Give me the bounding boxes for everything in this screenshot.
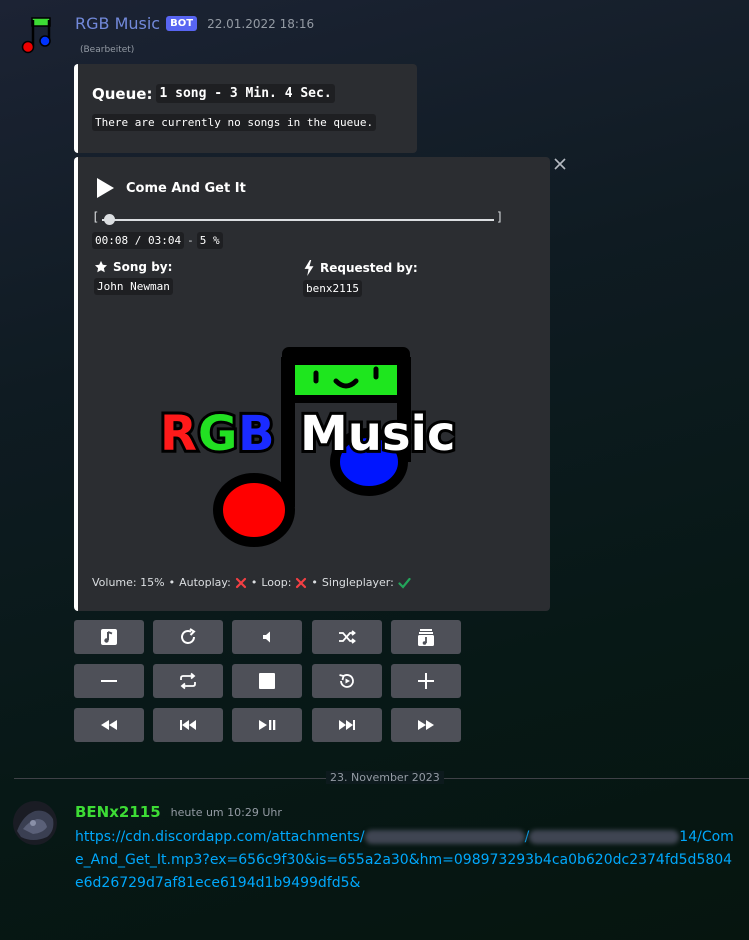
star-icon [94, 260, 108, 273]
user-message-timestamp: heute um 10:29 Uhr [170, 805, 282, 819]
edited-label: (Bearbeitet) [80, 45, 135, 55]
volume-up-button[interactable] [391, 664, 461, 698]
next-button[interactable] [312, 708, 382, 742]
volume-down-button[interactable] [74, 664, 144, 698]
user-avatar[interactable] [13, 801, 57, 845]
loop-label: Loop: [261, 576, 292, 589]
song-by-label: Song by: [113, 260, 173, 274]
play-icon [97, 178, 114, 198]
now-playing-embed: Come And Get It [ ] 00:08 / 03:04 - 5 % … [74, 157, 550, 611]
refresh-icon [181, 628, 196, 644]
rewind-button[interactable] [74, 708, 144, 742]
requested-by-label: Requested by: [320, 261, 418, 275]
now-playing-title: Come And Get It [94, 177, 246, 199]
queue-embed: Queue: 1 song - 3 Min. 4 Sec. There are … [74, 64, 417, 153]
replay-icon [339, 674, 354, 688]
bot-tag: BOT [166, 16, 198, 31]
green-check-icon [398, 577, 411, 589]
previous-button[interactable] [153, 708, 223, 742]
shuffle-icon [339, 630, 356, 644]
previous-icon [180, 720, 196, 730]
red-x-icon [235, 577, 246, 588]
lightning-icon [304, 260, 314, 276]
play-pause-button[interactable] [232, 708, 302, 742]
footer-bullet: • [250, 576, 258, 589]
queue-button[interactable] [74, 620, 144, 654]
date-divider: 23. November 2023 [320, 771, 450, 784]
song-by-label-row: Song by: [94, 260, 173, 274]
user-username[interactable]: BENx2115 [75, 803, 161, 821]
loop-button[interactable] [153, 664, 223, 698]
user-message-header: BENx2115 heute um 10:29 Uhr [75, 803, 282, 821]
rgb-music-logo-image[interactable]: R G B Music [158, 337, 470, 557]
link-part-1[interactable]: https://cdn.discordapp.com/attachments/ [75, 829, 365, 845]
queue-title: Queue: 1 song - 3 Min. 4 Sec. [92, 84, 335, 103]
minus-icon [101, 680, 117, 682]
plus-icon [418, 673, 434, 689]
rgb-music-logo-icon [21, 17, 51, 54]
attachment-link[interactable]: https://cdn.discordapp.com/attachments//… [75, 826, 735, 895]
progress-percent: 5 % [196, 232, 223, 249]
requested-by-field: Requested by: benx2115 [303, 260, 418, 297]
volume-label: Volume: 15% [92, 576, 165, 589]
bot-message-header: RGB Music BOT 22.01.2022 18:16 [75, 14, 314, 33]
time-separator: - [187, 234, 194, 247]
red-x-icon [296, 577, 307, 588]
logo-letter-g: G [198, 406, 237, 462]
bot-avatar[interactable] [16, 14, 56, 54]
playlist-button[interactable] [391, 620, 461, 654]
embed-footer: Volume: 15% • Autoplay: • Loop: • Single… [92, 576, 411, 589]
volume-icon [263, 631, 270, 643]
replay-button[interactable] [312, 664, 382, 698]
fast-forward-icon [418, 720, 434, 730]
redacted-segment [529, 830, 680, 844]
song-by-value: John Newman [94, 278, 173, 295]
queue-icon [101, 629, 117, 645]
date-divider-label: 23. November 2023 [326, 771, 444, 784]
autoplay-label: Autoplay: [179, 576, 231, 589]
requested-by-value: benx2115 [303, 280, 362, 297]
singleplayer-label: Singleplayer: [321, 576, 394, 589]
play-pause-icon [259, 720, 276, 730]
progress-track [102, 219, 494, 221]
progress-bracket-right: ] [496, 210, 504, 224]
logo-word-music: Music [300, 406, 455, 462]
song-by-value-row: John Newman [94, 278, 173, 295]
close-icon[interactable] [553, 157, 567, 175]
progress-bracket-left: [ [92, 210, 100, 224]
progress-bar: [ ] [92, 210, 504, 226]
shuffle-button[interactable] [312, 620, 382, 654]
elapsed-time: 00:08 / 03:04 [92, 232, 185, 249]
volume-button[interactable] [232, 620, 302, 654]
song-by-field: Song by: John Newman [94, 260, 173, 295]
requested-by-value-row: benx2115 [303, 280, 418, 297]
progress-knob [104, 214, 115, 225]
footer-bullet: • [311, 576, 318, 589]
stop-button[interactable] [232, 664, 302, 698]
next-icon [339, 720, 355, 730]
logo-letter-b: B [238, 406, 275, 462]
playlist-icon [418, 629, 434, 646]
queue-description: There are currently no songs in the queu… [92, 114, 377, 131]
queue-description-text: There are currently no songs in the queu… [92, 114, 377, 131]
requested-by-label-row: Requested by: [303, 260, 418, 276]
queue-title-label: Queue: [92, 84, 153, 103]
repeat-icon [180, 672, 196, 690]
song-title: Come And Get It [126, 180, 246, 196]
queue-summary: 1 song - 3 Min. 4 Sec. [156, 84, 335, 103]
fast-forward-button[interactable] [391, 708, 461, 742]
redacted-segment [364, 830, 525, 844]
refresh-button[interactable] [153, 620, 223, 654]
footer-bullet: • [168, 576, 176, 589]
bot-username[interactable]: RGB Music [75, 14, 160, 33]
rewind-icon [101, 720, 117, 730]
message-timestamp: 22.01.2022 18:16 [207, 16, 315, 31]
stop-icon [259, 673, 275, 689]
time-display: 00:08 / 03:04 - 5 % [92, 232, 223, 249]
logo-letter-r: R [160, 406, 197, 462]
